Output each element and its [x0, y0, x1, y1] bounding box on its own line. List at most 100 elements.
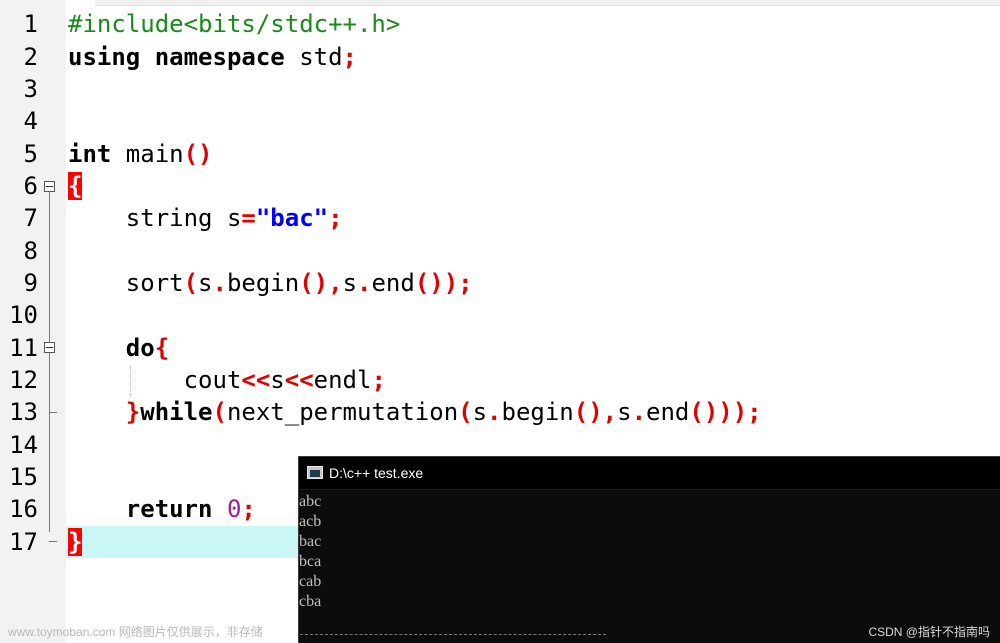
identifier: s [617, 398, 632, 426]
line-number: 10 [9, 301, 38, 329]
identifier: s [472, 398, 488, 426]
keyword: return [125, 495, 213, 523]
console-title: D:\c++ test.exe [329, 465, 424, 481]
code-line-17: } [68, 526, 83, 558]
watermark-left: www.toymoban.com 网络图片仅供展示，非存储 [8, 625, 263, 639]
symbol: ( [458, 398, 473, 426]
number-literal: 0 [226, 495, 242, 523]
code-line-16: return 0; [68, 493, 256, 525]
console-output-line: cba [299, 593, 322, 610]
identifier: next_permutation [226, 398, 459, 426]
identifier: s [270, 366, 285, 394]
line-number: 5 [23, 140, 38, 168]
identifier: main [111, 140, 184, 168]
line-number: 2 [23, 43, 38, 71]
line-number: 15 [9, 463, 38, 491]
symbol: . [631, 398, 647, 426]
console-output: abc acb bac bca cab cba [299, 492, 321, 612]
symbol: ( [212, 398, 227, 426]
line-number: 6 [23, 172, 38, 200]
fold-collapse-icon[interactable] [44, 342, 55, 353]
identifier: std [284, 43, 343, 71]
code-line-6: { [68, 170, 83, 202]
symbol: << [284, 366, 314, 394]
identifier: s [342, 269, 358, 297]
fold-end-tick [49, 412, 57, 413]
editor-tab-strip [95, 0, 1000, 6]
symbol: ; [342, 43, 357, 71]
keyword: int [68, 140, 112, 168]
identifier: end [646, 398, 690, 426]
line-number: 3 [23, 75, 38, 103]
console-app-icon [307, 466, 323, 479]
code-line-12: cout<<s<<endl; [68, 364, 386, 396]
symbol: . [212, 269, 227, 297]
keyword: do [125, 334, 155, 362]
console-output-line: cab [299, 573, 322, 590]
line-number: 17 [9, 528, 38, 556]
console-window[interactable]: D:\c++ test.exe abc acb bac bca cab cba [298, 456, 1000, 643]
symbol: ; [241, 495, 256, 523]
line-number: 13 [9, 398, 38, 426]
identifier: string s [125, 204, 242, 232]
console-title-bar[interactable]: D:\c++ test.exe [299, 457, 1000, 490]
line-number: 11 [9, 334, 38, 362]
symbol: (), [299, 269, 343, 297]
identifier: endl [313, 366, 372, 394]
line-number: 16 [9, 495, 38, 523]
matched-brace: { [68, 172, 83, 200]
symbol: ; [328, 204, 343, 232]
symbol: ( [183, 269, 199, 297]
watermark-dashes [300, 634, 606, 635]
identifier: sort [125, 269, 184, 297]
identifier: begin [501, 398, 574, 426]
code-line-7: string s="bac"; [68, 202, 343, 234]
code-line-11: do{ [68, 332, 169, 364]
matched-brace: } [68, 528, 83, 556]
console-output-line: bca [299, 553, 322, 570]
identifier: end [371, 269, 415, 297]
keyword: using namespace [68, 43, 285, 71]
string-literal: "bac" [255, 204, 329, 232]
symbol: { [154, 334, 170, 362]
code-line-2: using namespace std; [68, 41, 357, 73]
console-output-line: bac [299, 533, 322, 550]
code-line-9: sort(s.begin(),s.end()); [68, 267, 473, 299]
symbol: } [125, 398, 141, 426]
line-number: 4 [23, 107, 38, 135]
symbol: ; [371, 366, 386, 394]
line-number: 12 [9, 366, 38, 394]
fold-guide-line [49, 192, 50, 532]
code-line-5: int main() [68, 138, 213, 170]
symbol: ()); [414, 269, 473, 297]
symbol: << [241, 366, 271, 394]
preprocessor-directive: #include<bits/stdc++.h> [68, 10, 401, 38]
code-line-13: }while(next_permutation(s.begin(),s.end(… [68, 396, 762, 428]
console-output-line: abc [299, 493, 322, 510]
fold-collapse-icon[interactable] [44, 181, 55, 192]
watermark-right: CSDN @指针不指南吗 [868, 625, 990, 639]
symbol: . [357, 269, 372, 297]
code-line-1: #include<bits/stdc++.h> [68, 8, 400, 40]
console-output-line: acb [299, 513, 322, 530]
line-number: 9 [23, 269, 38, 297]
line-number: 8 [23, 237, 38, 265]
line-number: 1 [23, 10, 38, 38]
symbol: (), [573, 398, 618, 426]
symbol: () [183, 140, 213, 168]
identifier: cout [183, 366, 242, 394]
line-number: 14 [9, 431, 38, 459]
identifier: s [198, 269, 213, 297]
keyword: while [140, 398, 213, 426]
line-number: 7 [23, 204, 38, 232]
symbol: ())); [689, 398, 762, 426]
symbol: = [241, 204, 256, 232]
identifier: begin [226, 269, 300, 297]
fold-end-tick [49, 541, 57, 542]
